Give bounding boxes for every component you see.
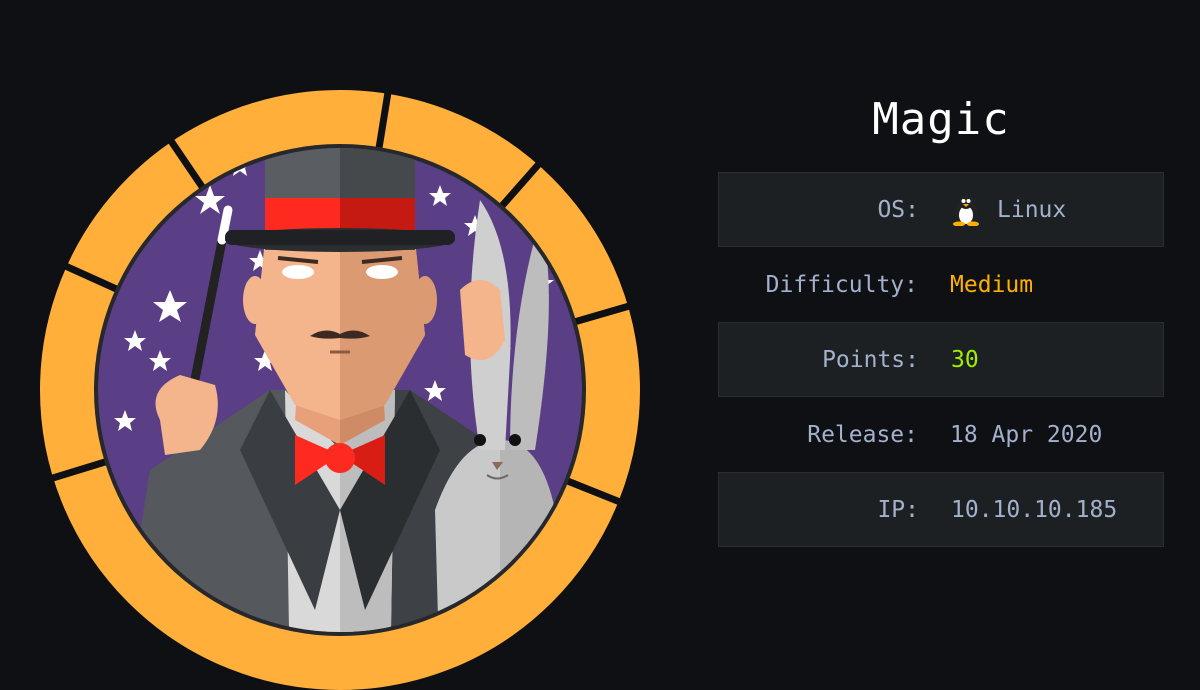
points-label: Points:	[822, 346, 919, 373]
machine-avatar	[40, 90, 640, 690]
points-value: 30	[951, 346, 979, 373]
release-label: Release:	[807, 421, 918, 448]
difficulty-label: Difficulty:	[765, 271, 918, 298]
linux-penguin-icon	[953, 194, 979, 226]
os-name: Linux	[997, 196, 1067, 223]
release-value: 18 Apr 2020	[950, 421, 1103, 448]
ip-row: IP: 10.10.10.185	[718, 472, 1164, 547]
difficulty-row: Difficulty: Medium	[718, 247, 1164, 322]
os-label: OS:	[877, 196, 919, 223]
difficulty-value: Medium	[950, 271, 1034, 298]
ip-value: 10.10.10.185	[951, 496, 1118, 523]
machine-info-table: OS: Linux Difficulty: Medium Points: 30 …	[718, 172, 1164, 547]
machine-name: Magic	[872, 94, 1010, 145]
release-row: Release: 18 Apr 2020	[718, 397, 1164, 472]
ip-label: IP:	[877, 496, 919, 523]
points-row: Points: 30	[718, 322, 1164, 397]
os-row: OS: Linux	[718, 172, 1164, 247]
os-value: Linux	[951, 194, 1066, 226]
